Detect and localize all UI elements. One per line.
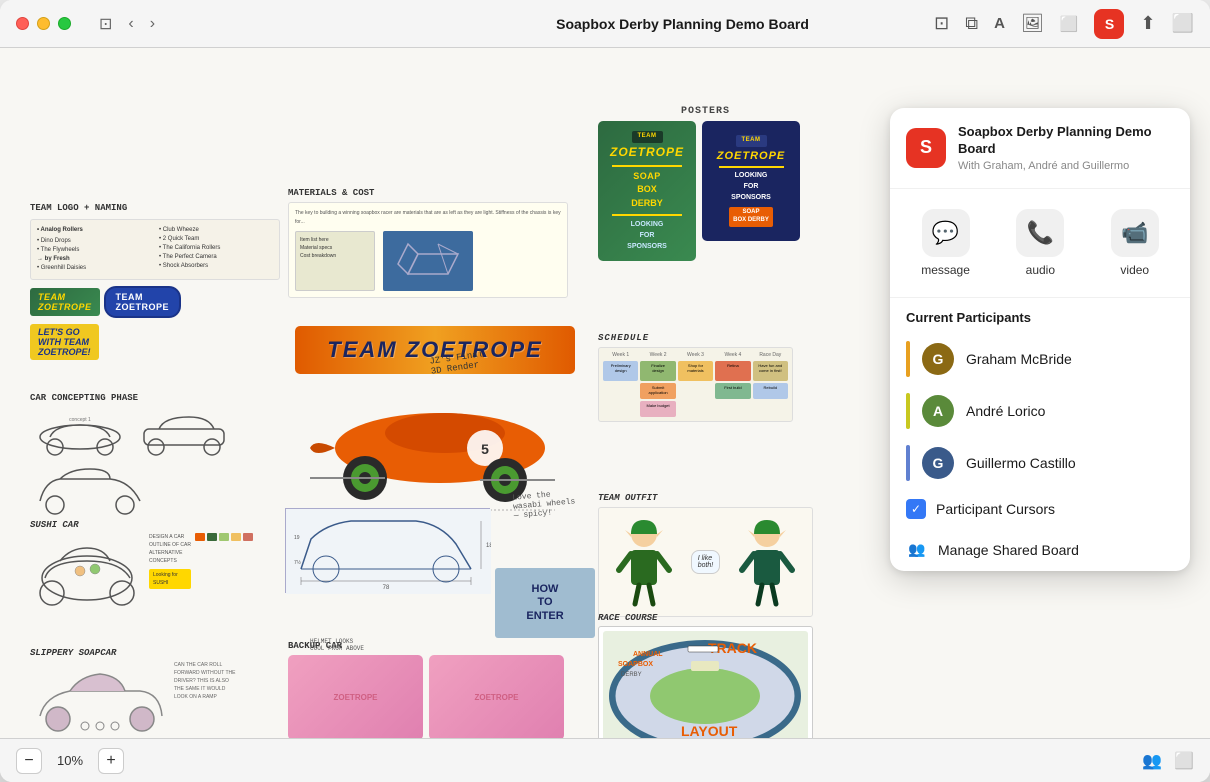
posters-label: POSTERS	[598, 106, 813, 117]
graham-avatar: G	[922, 343, 954, 375]
graham-name: Graham McBride	[966, 351, 1072, 367]
zoom-out-button[interactable]: −	[16, 748, 42, 774]
car-concepting-label: CAR CONCEPTING PHASE	[30, 393, 285, 403]
slippery-section: SLIPPERY SOAPCAR CAN THE CAR	[30, 648, 285, 736]
panel-board-title: Soapbox Derby Planning Demo Board	[958, 124, 1174, 158]
navigation-buttons: ⊡ ‹ ›	[95, 10, 159, 38]
external-link-icon[interactable]: ⬜	[1172, 13, 1194, 34]
folder-icon[interactable]: ⬜	[1060, 15, 1079, 33]
participant-cursors-label: Participant Cursors	[936, 501, 1055, 517]
video-label: video	[1120, 263, 1149, 277]
back-button[interactable]: ‹	[124, 11, 137, 37]
svg-text:ANNUAL: ANNUAL	[633, 651, 663, 658]
participant-andre: A André Lorico	[890, 385, 1190, 437]
svg-text:19: 19	[294, 535, 300, 541]
bottom-bar: − 10% + 👥 ⬜	[0, 738, 1210, 782]
schedule-section: SCHEDULE Week 1 Week 2 Week 3 Week 4 Rac…	[598, 333, 793, 422]
titlebar-left: ⊡ ‹ ›	[16, 10, 159, 38]
svg-text:18: 18	[486, 543, 491, 549]
team-logo-section: TEAM LOGO + NAMING • Analog Rollers • Di…	[30, 203, 280, 360]
blue-poster: TEAM ZOETROPE LOOKING FOR SPONSORS SOAP …	[702, 121, 800, 241]
message-button[interactable]: 💬 message	[909, 205, 982, 281]
svg-text:DERBY: DERBY	[621, 672, 642, 678]
audio-label: audio	[1026, 263, 1055, 277]
toolbar-tools: ⊡ ⧉ A 🖼 ⬜ S ⬆ ⬜	[934, 9, 1194, 39]
forward-button[interactable]: ›	[146, 11, 159, 37]
panel-header-text: Soapbox Derby Planning Demo Board With G…	[958, 124, 1174, 172]
bottom-bar-right: 👥 ⬜	[1142, 751, 1194, 771]
guillermo-color-bar	[906, 445, 910, 481]
svg-text:concept 1: concept 1	[69, 417, 91, 423]
image-tool-icon[interactable]: 🖼	[1021, 13, 1044, 34]
technical-drawing: 78 18 19 7½	[285, 508, 490, 593]
layers-icon[interactable]: ⧉	[965, 13, 978, 34]
panel-board-subtitle: With Graham, André and Guillermo	[958, 160, 1174, 172]
materials-label: MATERIALS & COST	[288, 188, 568, 198]
slippery-label: SLIPPERY SOAPCAR	[30, 648, 285, 658]
panel-header: S Soapbox Derby Planning Demo Board With…	[890, 108, 1190, 189]
backup-car-section: BACKUP CAR ZOETROPE ZOETROPE	[288, 641, 588, 738]
andre-color-bar	[906, 393, 910, 429]
zoom-value[interactable]: 10%	[50, 753, 90, 768]
race-course-label: RACE COURSE	[598, 613, 813, 623]
svg-text:SOAPBOX: SOAPBOX	[618, 661, 653, 668]
car-3d-render: 5 dimensions Love thewasabi whee	[295, 368, 575, 518]
video-icon: 📹	[1111, 209, 1159, 257]
team-outfit-label: TEAM OUTFIT	[598, 493, 813, 503]
grid-view-icon[interactable]: ⬜	[1174, 751, 1194, 771]
zoom-controls: − 10% +	[16, 748, 124, 774]
sushi-car-section: SUSHI CAR DESIGN A CAR OUTLINE	[30, 520, 285, 613]
main-content: POSTERS TEAM ZOETROPE SOAP BOX DERBY LOO…	[0, 48, 1210, 738]
participant-cursors-checkbox: ✓	[906, 499, 926, 519]
manage-shared-board-label: Manage Shared Board	[938, 542, 1079, 558]
posters-section: POSTERS TEAM ZOETROPE SOAP BOX DERBY LOO…	[598, 106, 813, 261]
app-window: ⊡ ‹ › Soapbox Derby Planning Demo Board …	[0, 0, 1210, 782]
how-to-enter-box: HOWTOENTER	[495, 568, 595, 638]
panel-actions: 💬 message 📞 audio 📹 video	[890, 189, 1190, 298]
participant-guillermo: G Guillermo Castillo	[890, 437, 1190, 489]
svg-text:78: 78	[383, 585, 390, 591]
message-label: message	[921, 263, 970, 277]
minimize-button[interactable]	[37, 17, 50, 30]
audio-button[interactable]: 📞 audio	[1004, 205, 1076, 281]
materials-section: MATERIALS & COST The key to building a w…	[288, 188, 568, 298]
participant-cursors-option[interactable]: ✓ Participant Cursors	[890, 489, 1190, 529]
svg-text:7½: 7½	[294, 559, 302, 566]
team-logo-label: TEAM LOGO + NAMING	[30, 203, 280, 213]
zoom-in-button[interactable]: +	[98, 748, 124, 774]
message-icon: 💬	[922, 209, 970, 257]
race-course-section: RACE COURSE ANNUAL	[598, 613, 813, 738]
guillermo-avatar: G	[922, 447, 954, 479]
manage-shared-board-option[interactable]: 👥 Manage Shared Board	[890, 529, 1190, 571]
traffic-lights	[16, 17, 71, 30]
share-icon[interactable]: ⬆	[1140, 13, 1155, 34]
sidebar-toggle[interactable]: ⊡	[95, 10, 116, 38]
car-concepting-section: CAR CONCEPTING PHASE concept 1	[30, 393, 285, 516]
andre-avatar: A	[922, 395, 954, 427]
video-button[interactable]: 📹 video	[1099, 205, 1171, 281]
text-tool-icon[interactable]: A	[994, 15, 1005, 32]
guillermo-name: Guillermo Castillo	[966, 455, 1076, 471]
fullscreen-button[interactable]	[58, 17, 71, 30]
schedule-label: SCHEDULE	[598, 333, 793, 343]
green-poster: TEAM ZOETROPE SOAP BOX DERBY LOOKING FOR…	[598, 121, 696, 261]
manage-icon: 👥	[906, 539, 928, 561]
app-icon[interactable]: S	[1094, 9, 1124, 39]
participants-section-title: Current Participants	[890, 298, 1190, 333]
sushi-car-label: SUSHI CAR	[30, 520, 285, 530]
svg-text:5: 5	[481, 441, 489, 457]
svg-text:LAYOUT: LAYOUT	[681, 723, 738, 738]
participant-graham: G Graham McBride	[890, 333, 1190, 385]
titlebar: ⊡ ‹ › Soapbox Derby Planning Demo Board …	[0, 0, 1210, 48]
panel-app-icon: S	[906, 128, 946, 168]
panel-icon[interactable]: ⊡	[934, 13, 949, 34]
close-button[interactable]	[16, 17, 29, 30]
andre-name: André Lorico	[966, 403, 1045, 419]
share-panel: S Soapbox Derby Planning Demo Board With…	[890, 108, 1190, 571]
audio-icon: 📞	[1016, 209, 1064, 257]
share-participants-icon[interactable]: 👥	[1142, 751, 1162, 771]
graham-color-bar	[906, 341, 910, 377]
